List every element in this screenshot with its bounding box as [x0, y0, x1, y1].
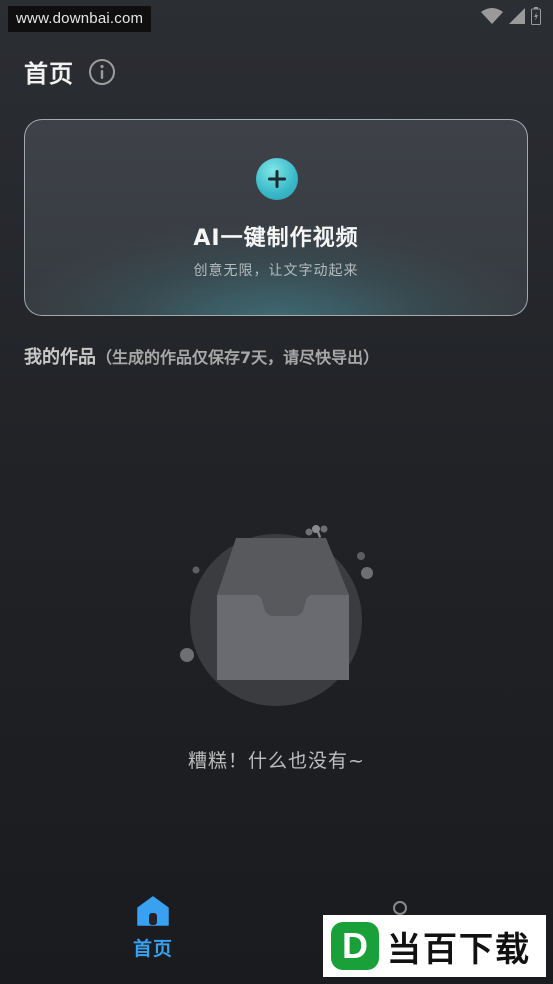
status-bar	[481, 6, 541, 26]
wifi-icon	[481, 8, 503, 24]
tab-home-label: 首页	[132, 938, 173, 960]
logo-badge: D	[331, 922, 379, 970]
battery-icon	[531, 7, 541, 25]
works-title-label: 我的作品	[24, 347, 96, 368]
page-title: 首页	[24, 60, 74, 88]
logo-text: 当百下载	[387, 929, 531, 970]
works-section-title: 我的作品（生成的作品仅保存7天，请尽快导出）	[24, 343, 379, 369]
watermark-logo: D 当百下载	[323, 915, 546, 977]
create-video-card[interactable]: AI一键制作视频 创意无限，让文字动起来	[24, 119, 528, 316]
page-header: 首页	[24, 54, 116, 89]
tab-home[interactable]: 首页	[130, 896, 176, 961]
info-icon[interactable]	[88, 58, 116, 86]
signal-icon	[509, 8, 525, 24]
card-title: AI一键制作视频	[193, 226, 359, 251]
card-subtitle: 创意无限，让文字动起来	[193, 263, 359, 279]
watermark-url: www.downbai.com	[8, 6, 152, 32]
empty-box-icon	[176, 520, 376, 710]
empty-state-text: 糟糕！什么也没有~	[188, 750, 365, 772]
works-title-note: （生成的作品仅保存7天，请尽快导出）	[96, 348, 380, 367]
plus-icon[interactable]	[256, 158, 298, 200]
home-icon	[137, 896, 169, 930]
